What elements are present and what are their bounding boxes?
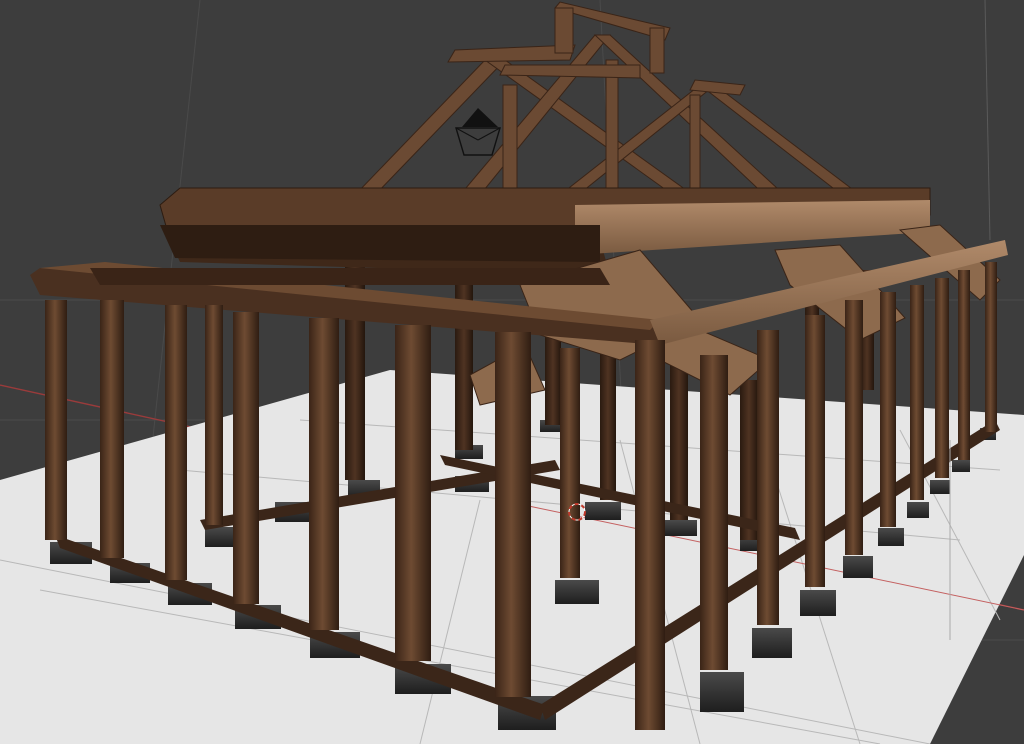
camera-icon[interactable] — [455, 108, 501, 156]
roof-trusses — [353, 1, 862, 201]
3d-viewport[interactable] — [0, 0, 1024, 744]
light-helper-line — [984, 0, 991, 241]
